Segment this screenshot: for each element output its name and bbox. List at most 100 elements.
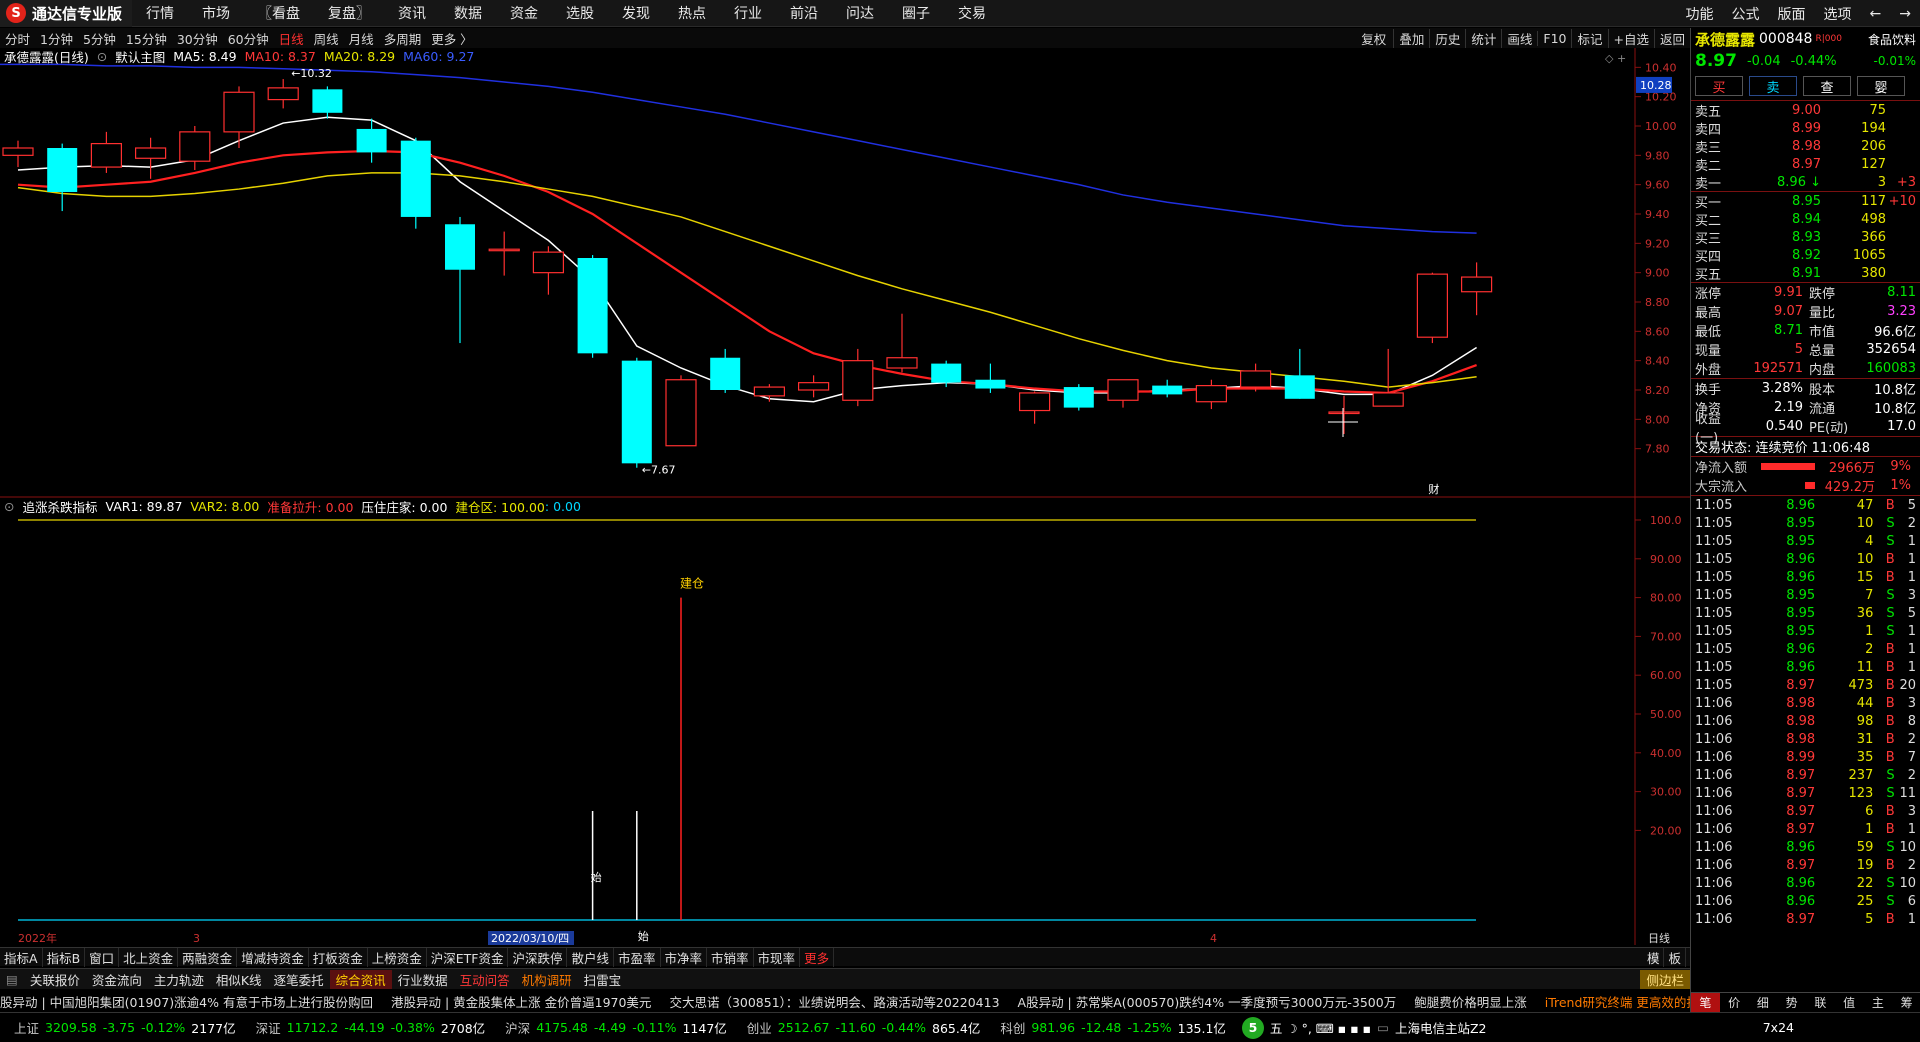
ticker-item-2[interactable]: 交大思诺（300851）：业绩说明会、路演活动等20220413 bbox=[669, 992, 1017, 1011]
ticker-item-4[interactable]: 鲍腿费价格明显上涨 bbox=[1414, 992, 1545, 1011]
period-tab-9[interactable]: 多周期 bbox=[379, 29, 427, 48]
candle[interactable] bbox=[135, 137, 167, 179]
menu-item-9[interactable]: 热点 bbox=[664, 3, 720, 23]
candle[interactable] bbox=[1018, 391, 1051, 424]
indicator-tab-3[interactable]: 北上资金 bbox=[119, 947, 179, 967]
chart-tool-5[interactable]: F10 bbox=[1537, 30, 1571, 46]
menu-item-2[interactable]: 〖看盘 bbox=[244, 3, 314, 23]
candle[interactable] bbox=[47, 143, 78, 212]
candle[interactable] bbox=[1328, 395, 1360, 434]
indicator-tab-11[interactable]: 市盈率 bbox=[614, 947, 661, 967]
info-tab-0[interactable]: 关联报价 bbox=[24, 970, 86, 989]
indicator-tab-13[interactable]: 市销率 bbox=[707, 947, 754, 967]
ticker-item-0[interactable]: 股异动 | 中国旭阳集团(01907)涨逾4% 有意于市场上进行股份购回 bbox=[0, 992, 391, 1011]
bid-row[interactable]: 买五 8.91 380 bbox=[1691, 264, 1920, 283]
menu-item-4[interactable]: 资讯 bbox=[384, 3, 440, 23]
ask-row[interactable]: 卖四 8.99 194 bbox=[1691, 119, 1920, 138]
indicator-tab-6[interactable]: 打板资金 bbox=[309, 947, 368, 967]
indicator-tab-9[interactable]: 沪深跌停 bbox=[508, 947, 568, 967]
menu-item-3[interactable]: 复盘〗 bbox=[314, 3, 384, 23]
candle[interactable] bbox=[975, 363, 1006, 393]
index-name[interactable]: 上证 bbox=[14, 1018, 39, 1037]
board-tab[interactable]: 板 bbox=[1664, 947, 1686, 967]
ticker-item-3[interactable]: A股异动 | 苏常柴A(000570)跌约4% 一季度预亏3000万元-3500… bbox=[1018, 992, 1415, 1011]
sector-name[interactable]: 食品饮料 bbox=[1868, 31, 1916, 48]
chart-tool-0[interactable]: 复权 bbox=[1354, 29, 1393, 48]
candle[interactable] bbox=[1107, 379, 1139, 408]
period-tab-7[interactable]: 周线 bbox=[309, 29, 344, 48]
chart-tool-3[interactable]: 统计 bbox=[1465, 28, 1501, 48]
indicator-name[interactable]: 追涨杀跌指标 bbox=[22, 497, 97, 516]
candle[interactable] bbox=[312, 86, 343, 119]
bid-row[interactable]: 买二 8.94 498 bbox=[1691, 210, 1920, 229]
candle[interactable] bbox=[267, 79, 299, 109]
index-name[interactable]: 科创 bbox=[1000, 1018, 1025, 1037]
candle[interactable] bbox=[400, 137, 431, 229]
menu-item-6[interactable]: 资金 bbox=[496, 3, 552, 23]
candle[interactable] bbox=[1063, 384, 1094, 411]
panel-tab-6[interactable]: 主 bbox=[1864, 993, 1893, 1012]
candle[interactable] bbox=[1195, 379, 1228, 410]
candle[interactable] bbox=[665, 375, 697, 447]
info-tab-7[interactable]: 互动问答 bbox=[454, 970, 516, 989]
index-name[interactable]: 创业 bbox=[747, 1018, 772, 1037]
panel-tab-1[interactable]: 价 bbox=[1720, 993, 1749, 1012]
indicator-tab-0[interactable]: 指标A bbox=[0, 947, 43, 967]
period-tab-1[interactable]: 1分钟 bbox=[35, 29, 78, 48]
candle[interactable] bbox=[532, 246, 565, 295]
bid-row[interactable]: 买三 8.93 366 bbox=[1691, 228, 1920, 247]
indicator-tab-4[interactable]: 两融资金 bbox=[178, 947, 238, 967]
chart-tool-4[interactable]: 画线 bbox=[1501, 28, 1537, 48]
ask-row[interactable]: 卖一 8.96 ↓ 3 +3 bbox=[1691, 173, 1920, 192]
panel-tab-5[interactable]: 值 bbox=[1835, 993, 1864, 1012]
sidebar-toggle[interactable]: 侧边栏 bbox=[1640, 969, 1690, 989]
template-tab[interactable]: 模 bbox=[1643, 947, 1665, 967]
indicator-tab-2[interactable]: 窗口 bbox=[85, 947, 120, 967]
chart-tool-2[interactable]: 历史 bbox=[1429, 28, 1465, 48]
info-tab-9[interactable]: 扫雷宝 bbox=[578, 970, 628, 989]
period-tab-4[interactable]: 30分钟 bbox=[172, 29, 223, 48]
top-right-item-5[interactable]: → bbox=[1890, 6, 1920, 22]
news-ticker[interactable]: 股异动 | 中国旭阳集团(01907)涨逾4% 有意于市场上进行股份购回 港股异动… bbox=[0, 991, 1690, 1011]
menu-item-5[interactable]: 数据 bbox=[440, 3, 496, 23]
indicator-tab-8[interactable]: 沪深ETF资金 bbox=[427, 947, 509, 967]
candle[interactable] bbox=[842, 348, 874, 407]
top-right-item-2[interactable]: 版面 bbox=[1769, 4, 1815, 24]
candle[interactable] bbox=[577, 255, 608, 358]
candle[interactable] bbox=[179, 126, 211, 170]
panel-tab-4[interactable]: 联 bbox=[1806, 993, 1835, 1012]
top-right-item-1[interactable]: 公式 bbox=[1723, 4, 1769, 24]
candle[interactable] bbox=[710, 348, 741, 393]
index-name[interactable]: 深证 bbox=[256, 1018, 281, 1037]
indicator-settings-icon[interactable]: ⊙ bbox=[4, 499, 14, 514]
ask-row[interactable]: 卖五 9.00 75 bbox=[1691, 101, 1920, 120]
candle[interactable] bbox=[2, 140, 34, 168]
top-right-item-0[interactable]: 功能 bbox=[1677, 4, 1723, 24]
candle[interactable] bbox=[223, 86, 255, 148]
menu-item-13[interactable]: 圈子 bbox=[888, 3, 944, 23]
period-tab-3[interactable]: 15分钟 bbox=[121, 29, 172, 48]
panel-tab-0[interactable]: 笔 bbox=[1691, 993, 1720, 1012]
candle[interactable] bbox=[90, 131, 123, 173]
candle[interactable] bbox=[797, 375, 830, 398]
menu-item-10[interactable]: 行业 bbox=[720, 3, 776, 23]
extra-button[interactable]: 婴 bbox=[1857, 76, 1905, 96]
info-tab-6[interactable]: 行业数据 bbox=[392, 970, 454, 989]
chart-tool-7[interactable]: +自选 bbox=[1607, 28, 1654, 48]
news-clock[interactable]: 7x24 bbox=[1763, 1020, 1794, 1035]
ime-icon[interactable]: 五 ☽ °, ⌨ ▪ ▪ ▪ bbox=[1270, 1018, 1371, 1037]
candle[interactable] bbox=[488, 231, 520, 276]
menu-item-8[interactable]: 发现 bbox=[608, 3, 664, 23]
menu-item-11[interactable]: 前沿 bbox=[776, 3, 832, 23]
panel-tab-3[interactable]: 势 bbox=[1777, 993, 1806, 1012]
candle[interactable] bbox=[1284, 348, 1315, 399]
chart-tool-8[interactable]: 返回 bbox=[1653, 28, 1690, 48]
candle[interactable] bbox=[886, 313, 918, 373]
candle[interactable] bbox=[1372, 348, 1404, 407]
info-tab-5[interactable]: 综合资讯 bbox=[329, 969, 392, 989]
candle[interactable] bbox=[1416, 272, 1449, 344]
ticker-item-1[interactable]: 港股异动 | 黄金股集体上涨 金价曾逼1970美元 bbox=[391, 992, 669, 1011]
tick-list[interactable]: 11:05 8.96 47 B 5 11:05 8.95 10 S 2 11:05 8.95 4 S 1 11… bbox=[1691, 495, 1920, 928]
info-tabs-menu-icon[interactable]: ▤ bbox=[0, 972, 24, 987]
menu-item-7[interactable]: 选股 bbox=[552, 3, 608, 23]
